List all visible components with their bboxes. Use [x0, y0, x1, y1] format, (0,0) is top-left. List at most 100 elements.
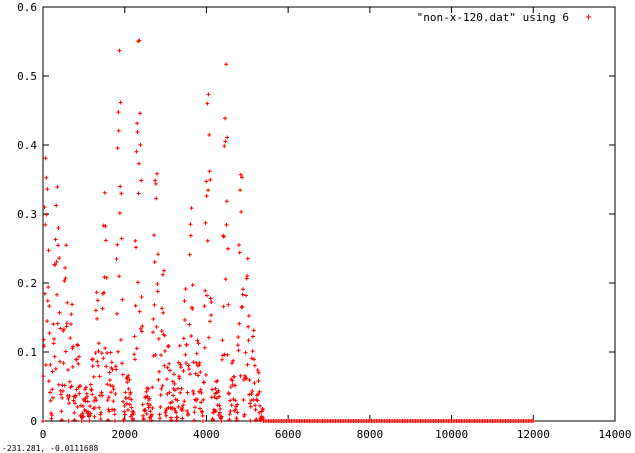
data-point	[77, 354, 82, 359]
data-point	[181, 336, 186, 341]
data-point	[88, 404, 93, 409]
data-point	[158, 405, 163, 410]
data-point	[206, 92, 211, 97]
data-point	[59, 409, 64, 414]
data-point	[192, 405, 197, 410]
data-point	[116, 110, 121, 115]
data-point	[158, 392, 163, 397]
data-point	[98, 416, 103, 421]
data-point	[245, 362, 250, 367]
data-point	[95, 359, 100, 364]
data-point	[93, 308, 98, 313]
data-point	[246, 324, 251, 329]
x-tick-label: 4000	[193, 428, 220, 441]
plot-window[interactable]: 0 2000 4000 6000 8000 10000 12000 14000 0 0.1 0.2 0…	[0, 0, 635, 453]
data-point	[113, 418, 118, 423]
data-point	[96, 349, 101, 354]
x-tick-label: 14000	[598, 428, 631, 441]
data-point	[250, 334, 255, 339]
data-point	[213, 386, 218, 391]
data-point	[150, 405, 155, 410]
data-point	[49, 411, 54, 416]
data-point	[256, 378, 261, 383]
data-point	[112, 412, 117, 417]
data-point	[248, 404, 253, 409]
data-point	[185, 390, 190, 395]
data-point	[177, 376, 182, 381]
data-point	[206, 335, 211, 340]
data-point	[227, 391, 232, 396]
data-point	[182, 399, 187, 404]
data-point	[204, 193, 209, 198]
data-point	[117, 48, 122, 53]
data-point	[43, 156, 48, 161]
data-point	[176, 404, 181, 409]
data-point	[100, 393, 105, 398]
data-point	[137, 309, 142, 314]
x-tick-label: 12000	[517, 428, 550, 441]
data-point	[117, 274, 122, 279]
data-point	[103, 238, 108, 243]
data-point	[243, 350, 248, 355]
data-point	[153, 178, 158, 183]
data-point	[157, 416, 162, 421]
plot-border	[42, 6, 616, 422]
data-point	[76, 361, 81, 366]
data-point	[116, 128, 121, 133]
data-point	[199, 400, 204, 405]
data-point	[241, 287, 246, 292]
data-point	[122, 409, 127, 414]
data-point	[55, 185, 60, 190]
data-point	[240, 304, 245, 309]
data-point	[154, 324, 159, 329]
data-point	[239, 209, 244, 214]
data-point	[229, 403, 234, 408]
data-point	[110, 384, 115, 389]
data-point	[245, 273, 250, 278]
data-point	[157, 369, 162, 374]
data-point	[53, 366, 58, 371]
data-point	[123, 412, 127, 417]
data-point	[160, 272, 165, 277]
data-point	[179, 386, 184, 391]
data-point	[208, 296, 213, 301]
data-point	[202, 345, 207, 350]
data-point	[249, 392, 254, 397]
data-point	[167, 361, 172, 366]
data-point	[66, 419, 71, 423]
data-point	[118, 184, 123, 189]
data-point	[148, 409, 153, 414]
data-point	[240, 292, 245, 297]
y-tick-label: 0.3	[17, 208, 37, 221]
data-point	[164, 413, 169, 418]
data-point	[114, 256, 119, 261]
data-point	[111, 399, 116, 404]
data-point	[153, 181, 158, 186]
data-point	[250, 349, 255, 354]
data-point	[121, 399, 126, 404]
data-point	[152, 302, 157, 307]
data-point	[154, 196, 159, 201]
data-point	[56, 243, 61, 248]
data-point	[51, 341, 56, 346]
data-point	[57, 256, 62, 261]
axes-frame	[42, 6, 616, 422]
data-point	[239, 305, 244, 310]
data-point	[104, 275, 109, 280]
data-point	[152, 260, 157, 265]
data-point	[61, 361, 66, 366]
data-point	[191, 391, 196, 396]
data-point	[71, 344, 76, 349]
data-point	[220, 357, 225, 362]
data-point	[223, 277, 228, 282]
data-point	[136, 161, 141, 166]
data-point	[49, 413, 54, 418]
data-point	[93, 350, 98, 355]
data-point	[253, 403, 258, 408]
plot-canvas[interactable]: 0 2000 4000 6000 8000 10000 12000 14000 0 0.1 0.2 0…	[0, 0, 635, 445]
data-point	[224, 62, 229, 67]
data-point	[41, 419, 45, 423]
data-point	[184, 342, 189, 347]
data-point	[116, 349, 121, 354]
data-point	[163, 349, 168, 354]
